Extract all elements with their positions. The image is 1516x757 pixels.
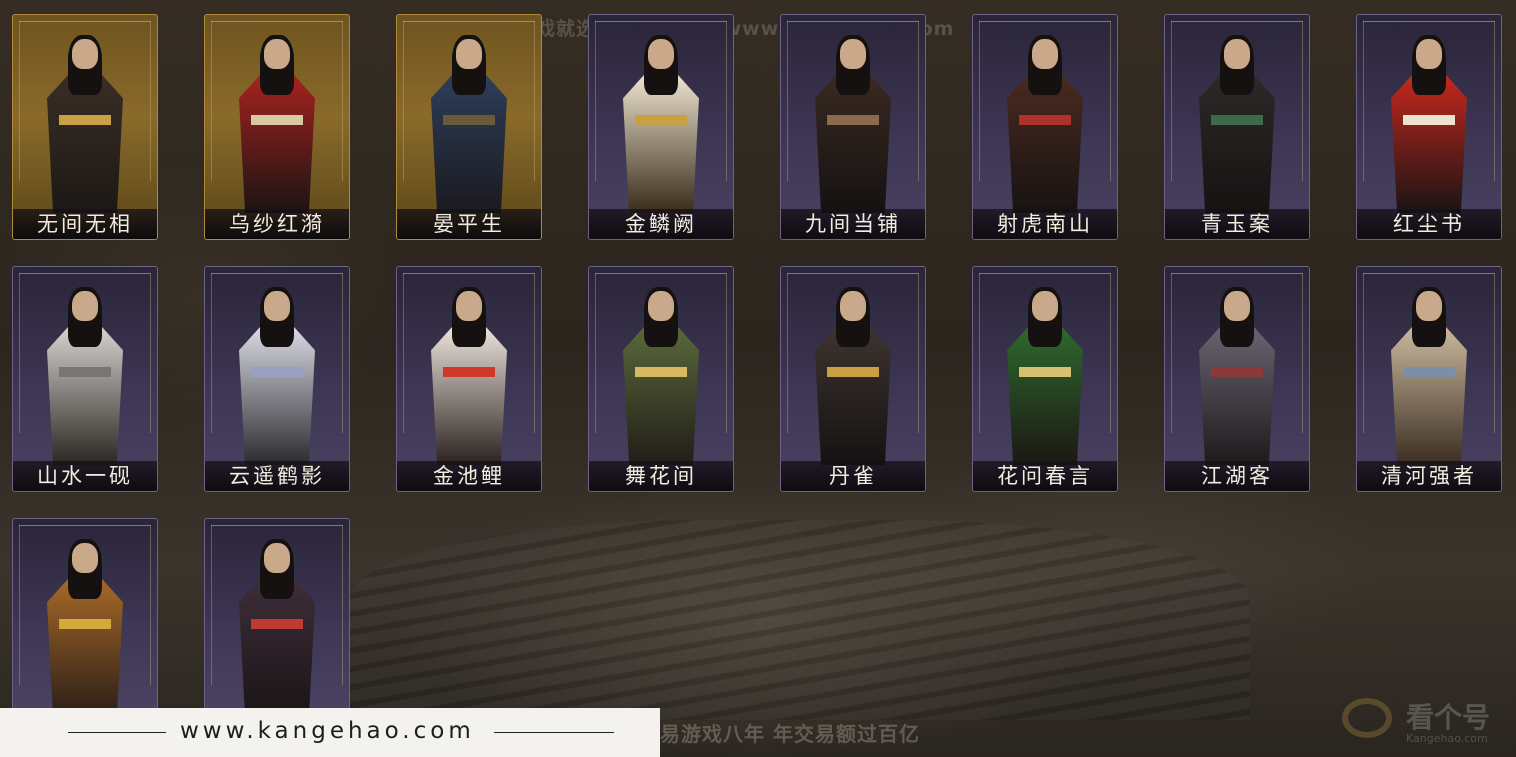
character-figure bbox=[997, 33, 1093, 213]
character-figure bbox=[1189, 285, 1285, 465]
outfit-name: 云遥鹤影 bbox=[205, 461, 349, 491]
character-figure bbox=[1189, 33, 1285, 213]
character-figure bbox=[229, 33, 325, 213]
character-sash bbox=[1019, 115, 1071, 125]
character-head bbox=[840, 39, 866, 69]
outfit-card[interactable]: 九间当铺 bbox=[780, 14, 926, 240]
character-sash bbox=[827, 115, 879, 125]
character-sash bbox=[59, 115, 111, 125]
character-figure bbox=[613, 33, 709, 213]
outfit-card[interactable]: 花问春言 bbox=[972, 266, 1118, 492]
character-figure bbox=[805, 285, 901, 465]
character-head bbox=[1416, 39, 1442, 69]
outfit-card[interactable]: 舞花间 bbox=[588, 266, 734, 492]
outfit-card[interactable]: 金鳞阙 bbox=[588, 14, 734, 240]
character-head bbox=[648, 39, 674, 69]
brand-sub: Kangehao.com bbox=[1406, 732, 1488, 745]
character-sash bbox=[635, 367, 687, 377]
outfit-card[interactable]: 山水一砚 bbox=[12, 266, 158, 492]
outfit-name: 江湖客 bbox=[1165, 461, 1309, 491]
outfit-name: 晏平生 bbox=[397, 209, 541, 239]
character-figure bbox=[37, 285, 133, 465]
outfit-card[interactable] bbox=[204, 518, 350, 710]
character-head bbox=[1224, 39, 1250, 69]
outfit-card[interactable]: 江湖客 bbox=[1164, 266, 1310, 492]
character-head bbox=[648, 291, 674, 321]
character-head bbox=[456, 291, 482, 321]
character-sash bbox=[1403, 115, 1455, 125]
character-figure bbox=[997, 285, 1093, 465]
footer-url[interactable]: www.kangehao.com bbox=[180, 718, 475, 744]
character-head bbox=[1224, 291, 1250, 321]
outfit-name: 清河强者 bbox=[1357, 461, 1501, 491]
outfit-name: 山水一砚 bbox=[13, 461, 157, 491]
character-figure bbox=[1381, 33, 1477, 213]
outfit-name: 金池鲤 bbox=[397, 461, 541, 491]
outfit-name: 无间无相 bbox=[13, 209, 157, 239]
character-head bbox=[1032, 291, 1058, 321]
character-head bbox=[1416, 291, 1442, 321]
character-sash bbox=[59, 619, 111, 629]
character-head bbox=[72, 543, 98, 573]
outfit-card[interactable]: 无间无相 bbox=[12, 14, 158, 240]
character-figure bbox=[37, 537, 133, 709]
footer-divider-right bbox=[494, 732, 614, 733]
character-sash bbox=[251, 367, 303, 377]
character-sash bbox=[59, 367, 111, 377]
character-figure bbox=[421, 285, 517, 465]
outfit-card[interactable]: 云遥鹤影 bbox=[204, 266, 350, 492]
outfit-name: 射虎南山 bbox=[973, 209, 1117, 239]
character-head bbox=[264, 291, 290, 321]
outfit-name: 舞花间 bbox=[589, 461, 733, 491]
outfit-name: 乌纱红漪 bbox=[205, 209, 349, 239]
outfit-card[interactable]: 射虎南山 bbox=[972, 14, 1118, 240]
outfit-card[interactable]: 丹雀 bbox=[780, 266, 926, 492]
outfit-name: 花问春言 bbox=[973, 461, 1117, 491]
character-sash bbox=[443, 115, 495, 125]
character-figure bbox=[421, 33, 517, 213]
character-head bbox=[456, 39, 482, 69]
character-figure bbox=[229, 537, 325, 709]
character-figure bbox=[229, 285, 325, 465]
character-head bbox=[72, 291, 98, 321]
outfit-name: 青玉案 bbox=[1165, 209, 1309, 239]
footer-divider-left bbox=[68, 732, 166, 733]
character-head bbox=[264, 39, 290, 69]
background-rocks bbox=[350, 520, 1250, 720]
character-sash bbox=[443, 367, 495, 377]
character-head bbox=[840, 291, 866, 321]
outfit-card[interactable]: 金池鲤 bbox=[396, 266, 542, 492]
character-figure bbox=[37, 33, 133, 213]
brand-name: 看个号 bbox=[1406, 701, 1491, 734]
outfit-name: 丹雀 bbox=[781, 461, 925, 491]
outfit-name: 红尘书 bbox=[1357, 209, 1501, 239]
character-head bbox=[1032, 39, 1058, 69]
character-sash bbox=[1403, 367, 1455, 377]
character-head bbox=[264, 543, 290, 573]
outfit-card[interactable]: 晏平生 bbox=[396, 14, 542, 240]
eye-icon bbox=[1342, 698, 1392, 738]
character-figure bbox=[1381, 285, 1477, 465]
character-sash bbox=[827, 367, 879, 377]
outfit-card[interactable] bbox=[12, 518, 158, 710]
character-figure bbox=[613, 285, 709, 465]
character-sash bbox=[1019, 367, 1071, 377]
character-sash bbox=[1211, 367, 1263, 377]
brand-logo: 看个号 Kangehao.com bbox=[1342, 692, 1512, 752]
character-figure bbox=[805, 33, 901, 213]
outfit-name: 金鳞阙 bbox=[589, 209, 733, 239]
character-head bbox=[72, 39, 98, 69]
outfit-card[interactable]: 乌纱红漪 bbox=[204, 14, 350, 240]
footer-bar: www.kangehao.com bbox=[0, 708, 660, 757]
outfit-card[interactable]: 红尘书 bbox=[1356, 14, 1502, 240]
outfit-name: 九间当铺 bbox=[781, 209, 925, 239]
character-sash bbox=[1211, 115, 1263, 125]
character-sash bbox=[251, 619, 303, 629]
outfit-card[interactable]: 清河强者 bbox=[1356, 266, 1502, 492]
character-sash bbox=[635, 115, 687, 125]
character-sash bbox=[251, 115, 303, 125]
outfit-card[interactable]: 青玉案 bbox=[1164, 14, 1310, 240]
